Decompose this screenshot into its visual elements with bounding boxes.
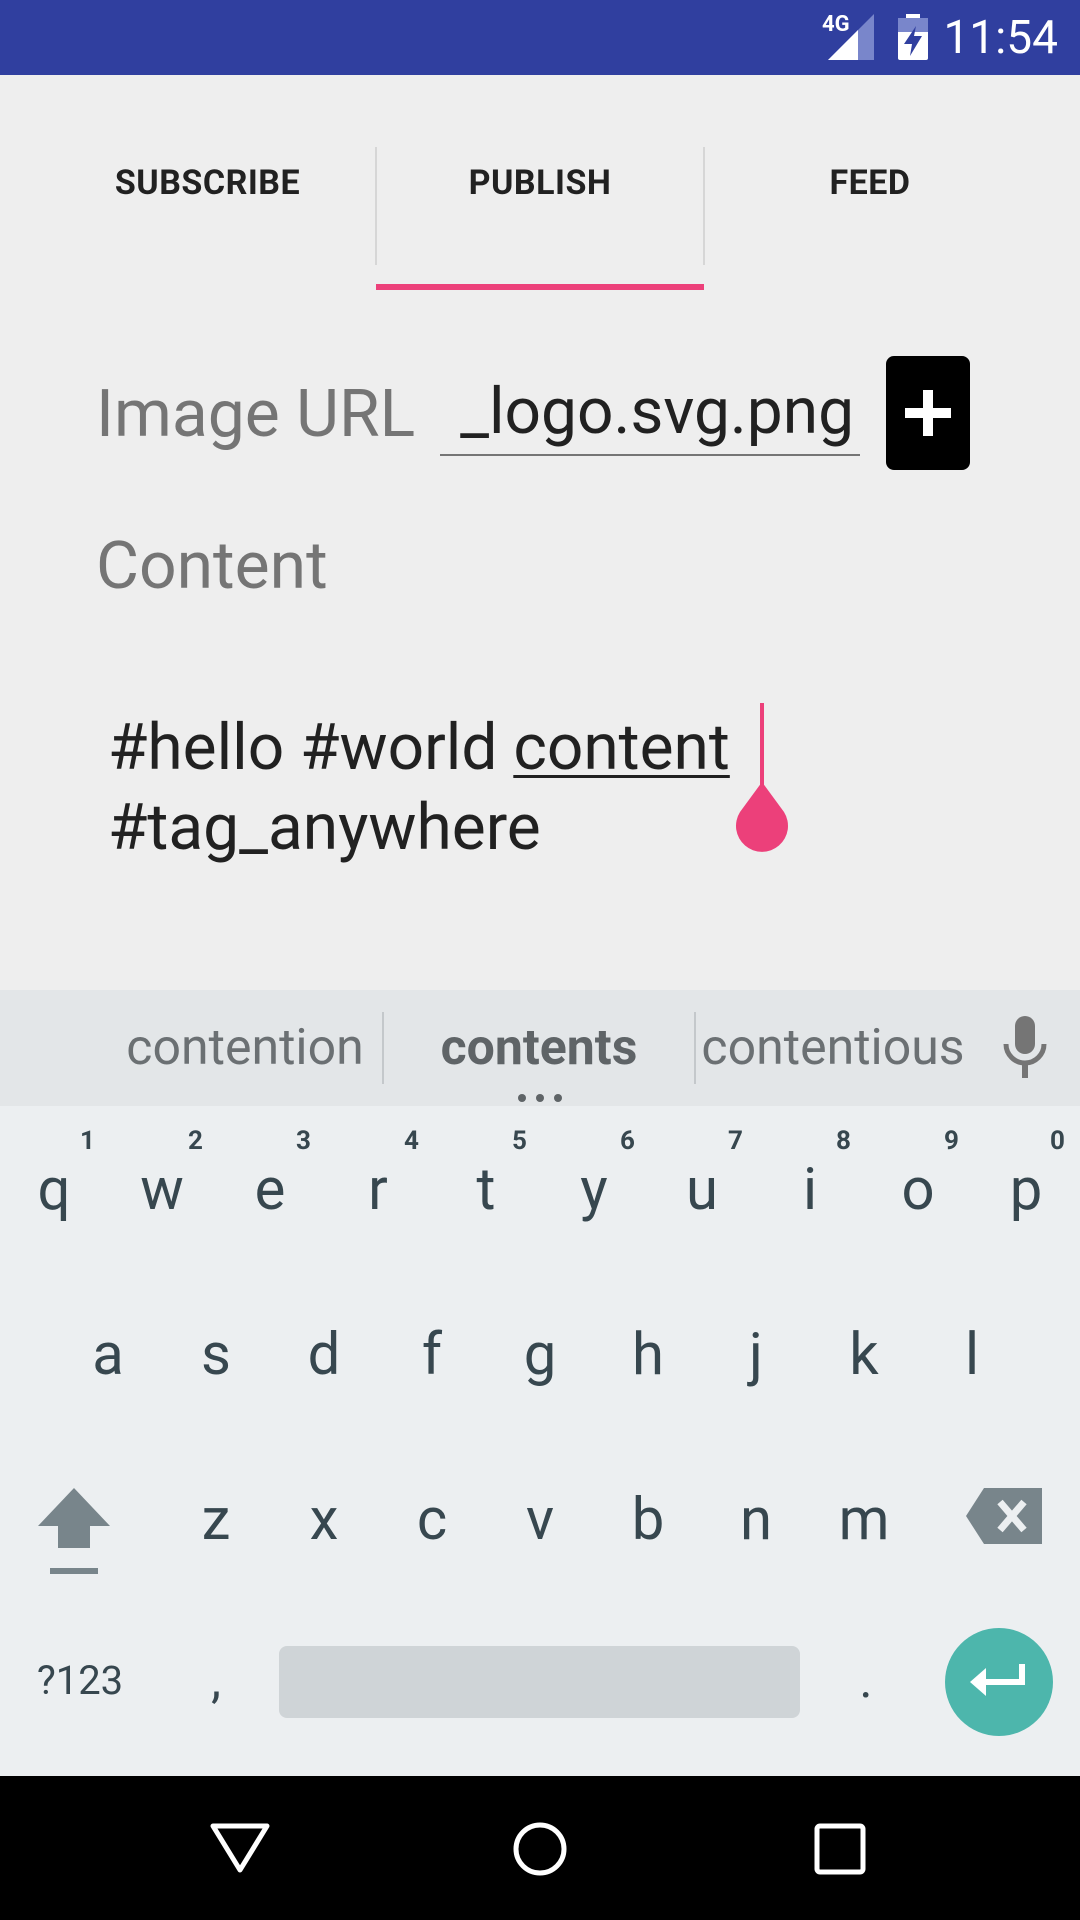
key-z[interactable]: z [162,1470,270,1570]
key-hint: 6 [620,1126,635,1156]
period-key[interactable]: . [836,1646,896,1716]
clock: 11:54 [943,11,1058,65]
key-c[interactable]: c [378,1470,486,1570]
add-image-button[interactable] [886,356,970,470]
composing-word: content [513,710,730,785]
key-j[interactable]: j [702,1305,810,1405]
more-suggestions-icon[interactable] [516,1094,564,1102]
tab-publish[interactable]: PUBLISH [376,75,704,290]
key-n[interactable]: n [702,1470,810,1570]
suggestion-strip: contention contents contentious [0,990,1080,1106]
symbols-key[interactable]: ?123 [20,1650,140,1710]
key-hint: 0 [1050,1126,1065,1156]
key-hint: 3 [296,1126,311,1156]
recents-square-icon[interactable] [809,1818,871,1880]
key-f[interactable]: f [378,1305,486,1405]
status-bar: 4G 11:54 [0,0,1080,75]
image-url-label: Image URL [96,376,416,453]
back-triangle-icon[interactable] [209,1818,271,1880]
suggestion-divider [694,1012,696,1084]
tab-feed[interactable]: FEED [705,75,1035,290]
key-d[interactable]: d [270,1305,378,1405]
key-g[interactable]: g [486,1305,594,1405]
space-bar[interactable] [279,1646,800,1718]
key-x[interactable]: x [270,1470,378,1570]
image-url-input[interactable]: _logo.svg.png [440,360,860,456]
mic-icon[interactable] [1000,1016,1050,1080]
key-hint: 2 [188,1126,203,1156]
tab-subscribe[interactable]: SUBSCRIBE [40,75,375,290]
suggestion-right[interactable]: contentious [698,990,968,1106]
cursor-handle-icon[interactable] [732,782,792,852]
content-line-2: #tag_anywhere [108,790,541,865]
key-hint: 4 [404,1126,419,1156]
suggestion-left[interactable]: contention [110,990,380,1106]
cell-signal-icon [828,14,874,60]
key-k[interactable]: k [810,1305,918,1405]
content-label: Content [96,528,328,605]
content-line-1-prefix: #hello #world [108,710,514,785]
key-m[interactable]: m [810,1470,918,1570]
suggestion-center[interactable]: contents [384,990,694,1106]
key-v[interactable]: v [486,1470,594,1570]
key-hint: 5 [512,1126,527,1156]
key-a[interactable]: a [54,1305,162,1405]
backspace-icon[interactable] [966,1488,1042,1544]
key-l[interactable]: l [918,1305,1026,1405]
comma-key[interactable]: , [186,1646,246,1716]
tab-bar: SUBSCRIBE PUBLISH FEED [0,75,1080,290]
text-cursor [760,703,764,793]
key-hint: 9 [944,1126,959,1156]
battery-charging-icon [898,14,928,60]
home-circle-icon[interactable] [509,1818,571,1880]
enter-arrow-icon [970,1664,1025,1696]
key-s[interactable]: s [162,1305,270,1405]
key-hint: 7 [728,1126,743,1156]
content-input[interactable]: #hello #world content #tag_anywhere [108,708,730,868]
shift-icon[interactable] [36,1484,112,1578]
enter-key[interactable] [945,1628,1053,1736]
publish-form: Image URL _logo.svg.png Content #hello #… [0,290,1080,990]
key-hint: 8 [836,1126,851,1156]
key-hint: 1 [80,1126,95,1156]
key-h[interactable]: h [594,1305,702,1405]
plus-icon [905,390,951,436]
image-url-value: _logo.svg.png [460,374,854,449]
content-line-1: #hello #world content [108,708,730,788]
key-b[interactable]: b [594,1470,702,1570]
